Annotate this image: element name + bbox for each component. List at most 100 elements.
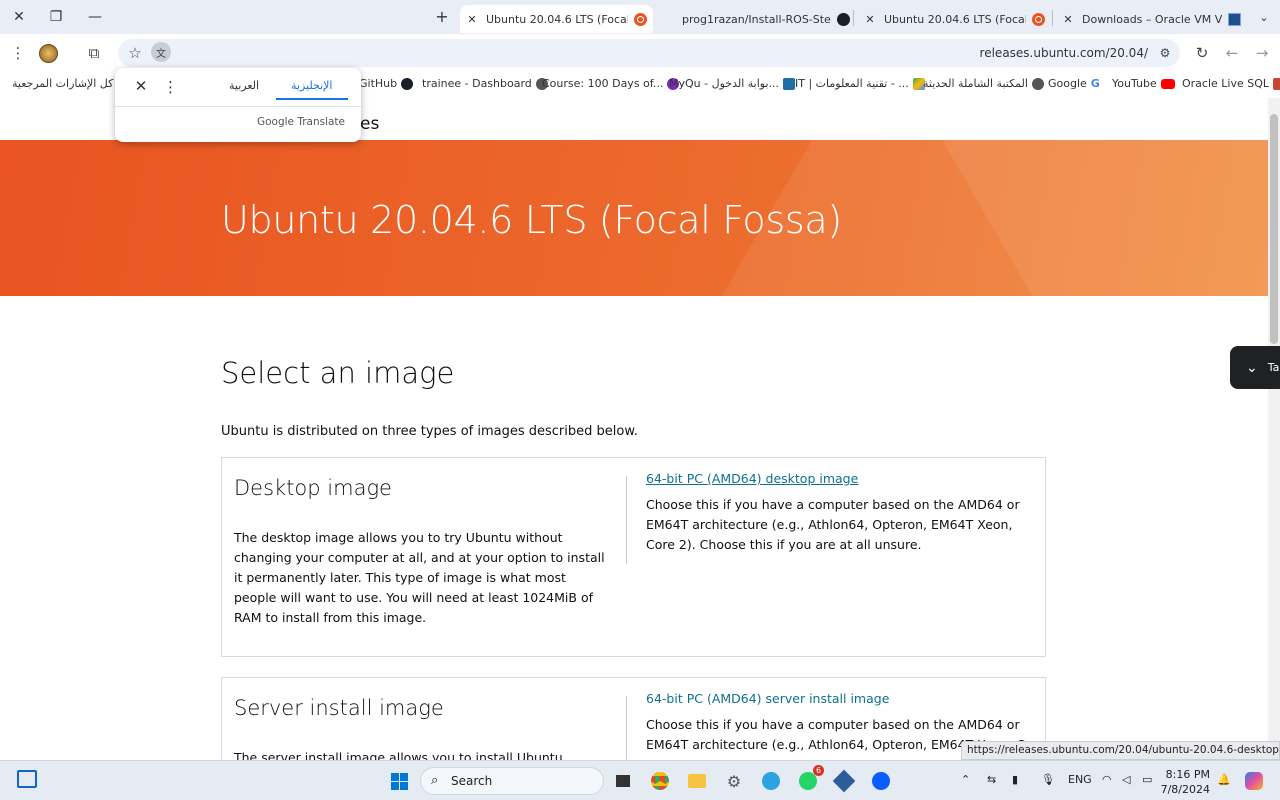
bookmark-label: المكتبة الشاملة الحديثة bbox=[923, 77, 1028, 90]
translate-tab-arabic[interactable]: العربية bbox=[229, 79, 259, 92]
profile-avatar[interactable] bbox=[39, 44, 58, 63]
copilot-button[interactable] bbox=[1243, 770, 1265, 792]
tray-app-icon[interactable]: ▮ bbox=[1012, 773, 1018, 786]
wifi-button[interactable]: ◠ bbox=[1102, 773, 1112, 786]
bookmark-myqu[interactable]: MyQu - بوابة الدخول... bbox=[669, 77, 796, 90]
tab-close-icon[interactable]: ✕ bbox=[1060, 13, 1076, 26]
tab-title: Ubuntu 20.04.6 LTS (Focal Fossa) bbox=[486, 12, 628, 26]
bookmark-trainee[interactable]: trainee - Dashboard bbox=[422, 77, 548, 90]
search-label: Search bbox=[451, 774, 493, 788]
widgets-button[interactable] bbox=[17, 770, 37, 788]
tab-close-icon[interactable]: ✕ bbox=[862, 13, 878, 26]
new-tab-button[interactable]: + bbox=[432, 6, 452, 28]
tab-title: Ubuntu 20.04.6 LTS (Focal Fossa) bbox=[884, 12, 1026, 26]
page-scrollbar[interactable] bbox=[1268, 98, 1280, 760]
translate-close-button[interactable]: ✕ bbox=[131, 77, 151, 95]
back-button[interactable]: ← bbox=[1221, 42, 1243, 64]
task-view-icon bbox=[616, 775, 630, 787]
tab-ubuntu[interactable]: ✕ Ubuntu 20.04.6 LTS (Focal Fossa) bbox=[858, 5, 1048, 33]
scroll-thumb[interactable] bbox=[1270, 114, 1278, 344]
whatsapp-taskbar-icon[interactable]: 6 bbox=[797, 765, 824, 792]
status-url: https://releases.ubuntu.com/20.04/ubuntu… bbox=[961, 741, 1280, 760]
kebab-menu-icon: ⋮ bbox=[10, 44, 26, 62]
server-image-card: Server install image The server install … bbox=[221, 677, 1046, 760]
card-description: The desktop image allows you to try Ubun… bbox=[234, 530, 605, 625]
bookmark-label: IT | تقنية المعلومات - ... bbox=[795, 77, 909, 90]
tab-virtualbox[interactable]: ✕ Downloads – Oracle VM VirtualBox bbox=[1056, 5, 1246, 33]
bookmark-oracle[interactable]: Oracle Live SQL bbox=[1182, 77, 1280, 90]
ubuntu-icon bbox=[634, 12, 647, 26]
close-window-button[interactable]: ✕ bbox=[7, 6, 31, 28]
bell-icon: 🔔 bbox=[1217, 773, 1231, 786]
bookmark-all[interactable]: كل الإشارات المرجعية ▭ bbox=[12, 77, 128, 90]
explorer-taskbar-icon[interactable] bbox=[686, 770, 708, 792]
translate-options-button[interactable]: ⋮ bbox=[163, 78, 178, 96]
telegram-taskbar-icon[interactable] bbox=[760, 770, 782, 792]
restore-window-button[interactable]: ❐ bbox=[44, 6, 68, 28]
ubuntu-icon bbox=[1032, 12, 1045, 26]
virtualbox-icon bbox=[832, 769, 856, 793]
telegram-icon bbox=[762, 772, 780, 790]
bookmark-course[interactable]: Course: 100 Days of... bbox=[542, 77, 680, 90]
page-title: Ubuntu 20.04.6 LTS (Focal Fossa) bbox=[221, 198, 842, 242]
reload-button[interactable]: ↻ bbox=[1191, 42, 1213, 64]
site-info-button[interactable]: ⚙ bbox=[1154, 42, 1176, 64]
youtube-icon bbox=[1160, 78, 1175, 89]
bookmark-library[interactable]: المكتبة الشاملة الحديثة bbox=[923, 77, 1044, 90]
tray-overflow-button[interactable]: ⌃ bbox=[961, 773, 970, 786]
minimize-window-button[interactable]: — bbox=[83, 6, 107, 28]
bookmark-label: YouTube bbox=[1112, 77, 1157, 90]
bookmark-github[interactable]: GitHub bbox=[359, 77, 414, 90]
card-description: The server install image allows you to i… bbox=[234, 750, 563, 760]
zoom-icon bbox=[872, 772, 890, 790]
omnibox[interactable]: ☆ 文 releases.ubuntu.com/20.04/ ⚙ bbox=[118, 39, 1180, 67]
clock-time: 8:16 PM bbox=[1165, 768, 1210, 781]
folder-icon bbox=[688, 774, 706, 788]
forward-button[interactable]: → bbox=[1251, 42, 1273, 64]
battery-button[interactable]: ▭ bbox=[1142, 773, 1152, 786]
tray-app-icon[interactable]: ⇆ bbox=[987, 773, 996, 786]
bookmark-youtube[interactable]: YouTube bbox=[1112, 77, 1175, 90]
language-indicator[interactable]: ENG bbox=[1068, 773, 1092, 786]
desktop-image-link[interactable]: 64-bit PC (AMD64) desktop image bbox=[646, 471, 858, 486]
bookmark-it[interactable]: IT | تقنية المعلومات - ... bbox=[795, 77, 925, 90]
tune-icon: ⚙ bbox=[1159, 46, 1171, 60]
microphone-button[interactable]: 🎙 bbox=[1041, 773, 1055, 786]
translate-button[interactable]: 文 bbox=[151, 42, 171, 62]
arrow-right-icon: → bbox=[1255, 44, 1269, 62]
chevron-up-icon: ⌃ bbox=[961, 773, 971, 786]
bookmark-google[interactable]: Google G bbox=[1048, 77, 1100, 90]
arrow-left-icon: ← bbox=[1225, 44, 1239, 62]
extensions-button[interactable]: ⧉ bbox=[83, 42, 105, 64]
microphone-icon: 🎙 bbox=[1041, 773, 1055, 786]
virtualbox-taskbar-icon[interactable] bbox=[832, 769, 856, 793]
notifications-button[interactable]: 🔔 bbox=[1217, 773, 1231, 786]
tab-close-icon[interactable]: ✕ bbox=[464, 13, 480, 26]
translate-tab-english[interactable]: الإنجليزية bbox=[291, 79, 332, 92]
settings-taskbar-icon[interactable]: ⚙ bbox=[723, 770, 745, 792]
myqu-icon bbox=[783, 77, 796, 90]
server-image-link[interactable]: 64-bit PC (AMD64) server install image bbox=[646, 691, 889, 706]
speaker-icon: ◁ bbox=[1122, 773, 1131, 786]
clock[interactable]: 8:16 PM 7/8/2024 bbox=[1160, 767, 1210, 797]
menu-button[interactable]: ⋮ bbox=[7, 42, 29, 64]
taskbar-search[interactable]: ⌕ Search bbox=[420, 767, 604, 795]
card-title: Server install image bbox=[234, 696, 444, 720]
chrome-taskbar-icon[interactable] bbox=[649, 770, 671, 792]
floating-toggle[interactable]: ⌄ Ta bbox=[1230, 346, 1280, 389]
copilot-icon bbox=[1245, 772, 1263, 790]
task-view-button[interactable] bbox=[612, 770, 634, 792]
tab-ubuntu-active[interactable]: ✕ Ubuntu 20.04.6 LTS (Focal Fossa) bbox=[460, 5, 653, 33]
start-button[interactable] bbox=[388, 770, 410, 792]
floating-toggle-label: Ta bbox=[1267, 361, 1280, 374]
zoom-taskbar-icon[interactable] bbox=[870, 770, 892, 792]
tab-search-button[interactable]: ⌄ bbox=[1252, 6, 1276, 28]
bookmark-star-button[interactable]: ☆ bbox=[124, 42, 146, 64]
translate-popup: ✕ ⋮ العربية الإنجليزية Google Translate bbox=[115, 68, 361, 142]
search-icon: ⌕ bbox=[431, 773, 439, 788]
tab-github[interactable]: prog1razan/Install-ROS-Step-by-Step bbox=[660, 5, 850, 33]
bookmark-label: MyQu - بوابة الدخول... bbox=[669, 77, 780, 90]
card-link-description: Choose this if you have a computer based… bbox=[646, 497, 1020, 552]
minimize-icon: — bbox=[88, 9, 102, 25]
volume-button[interactable]: ◁ bbox=[1122, 773, 1130, 786]
